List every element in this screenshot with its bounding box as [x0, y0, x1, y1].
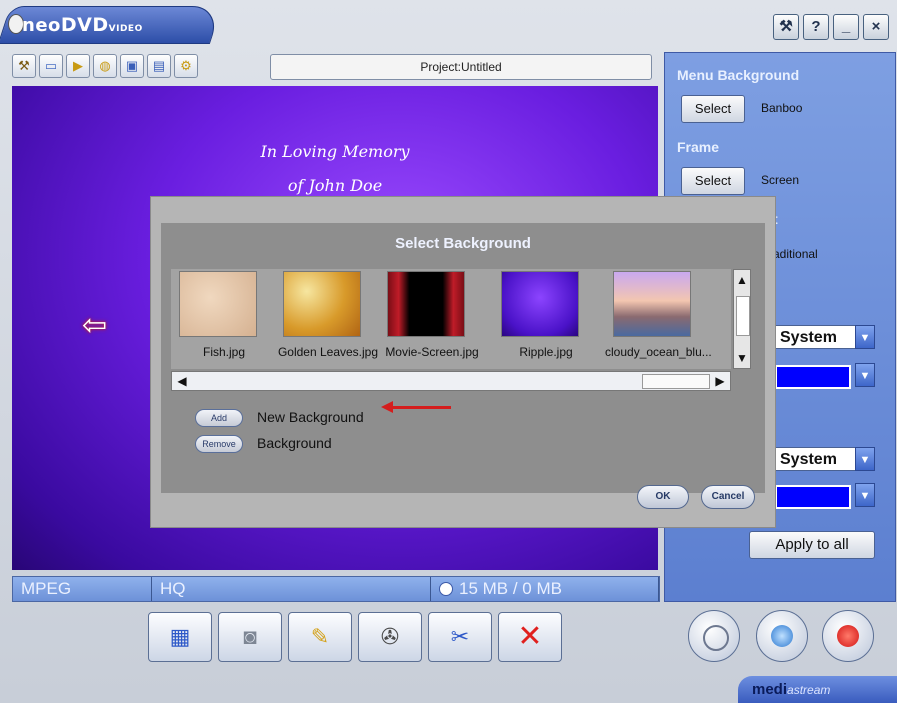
- thumbnail-strip: Fish.jpg Golden Leaves.jpg Movie-Screen.…: [171, 269, 731, 369]
- dialog-title: Select Background: [395, 235, 531, 252]
- scroll-up-icon[interactable]: ▲: [734, 272, 750, 288]
- burn-disc-button[interactable]: [756, 610, 808, 662]
- app-logo: neoDVDVIDEO: [22, 14, 143, 36]
- settings-icon[interactable]: ⚙: [174, 54, 198, 78]
- record-button[interactable]: [822, 610, 874, 662]
- logo-dvd-text: DVD: [60, 14, 109, 36]
- film-reel-icon[interactable]: ✇: [358, 612, 422, 662]
- partial-value: aditional: [773, 247, 818, 261]
- apply-to-all-button[interactable]: Apply to all: [749, 531, 875, 559]
- color-swatch-2[interactable]: [775, 485, 851, 509]
- menu-background-heading: Menu Background: [677, 67, 800, 83]
- edit-icon[interactable]: ✎: [288, 612, 352, 662]
- format-status: MPEG: [13, 577, 152, 601]
- add-background-button[interactable]: Add: [195, 409, 243, 427]
- save-icon[interactable]: ▣: [120, 54, 144, 78]
- chevron-down-icon[interactable]: ▼: [855, 325, 875, 349]
- scroll-right-icon[interactable]: ▶: [712, 373, 728, 389]
- size-status: 15 MB / 0 MB: [431, 577, 659, 601]
- thumbnail-image: [501, 271, 579, 337]
- scroll-thumb[interactable]: [736, 296, 750, 336]
- thumbnail-item[interactable]: Fish.jpg: [171, 271, 277, 367]
- thumbnail-label: Ripple.jpg: [519, 345, 573, 359]
- select-background-dialog: Select Background Fish.jpg Golden Leaves…: [150, 196, 776, 528]
- preview-button[interactable]: [688, 610, 740, 662]
- window-controls: ⚒ ? _ ×: [773, 14, 889, 40]
- remove-background-button[interactable]: Remove: [195, 435, 243, 453]
- brand-logo: mediastream: [738, 676, 897, 703]
- video-edit-icon[interactable]: ✂: [428, 612, 492, 662]
- chevron-down-icon[interactable]: ▼: [855, 483, 875, 507]
- menu-background-select-button[interactable]: Select: [681, 95, 745, 123]
- add-background-text: New Background: [257, 409, 364, 425]
- remove-background-text: Background: [257, 435, 332, 451]
- ok-button[interactable]: OK: [637, 485, 689, 509]
- play-icon: [703, 625, 729, 651]
- frame-heading: Frame: [677, 139, 720, 155]
- thumbnail-item[interactable]: cloudy_ocean_blu...: [605, 271, 711, 367]
- main-toolbar: ⚒ ▭ ▶ ◍ ▣ ▤ ⚙: [12, 54, 198, 78]
- minimize-icon[interactable]: _: [833, 14, 859, 40]
- menu-grid-icon[interactable]: ▦: [148, 612, 212, 662]
- bottom-toolbar: ▦ ◙ ✎ ✇ ✂ ✕: [148, 612, 562, 662]
- globe-icon[interactable]: ◍: [93, 54, 117, 78]
- thumbnail-item[interactable]: Ripple.jpg: [493, 271, 599, 367]
- logo-main-text: neo: [22, 15, 61, 36]
- tools-icon[interactable]: ⚒: [773, 14, 799, 40]
- chevron-down-icon[interactable]: ▼: [855, 447, 875, 471]
- neodvd-window: neoDVDVIDEO ⚒ ? _ × ⚒ ▭ ▶ ◍ ▣ ▤ ⚙ Projec…: [0, 0, 897, 703]
- chevron-down-icon[interactable]: ▼: [855, 363, 875, 387]
- dialog-body: Select Background Fish.jpg Golden Leaves…: [161, 223, 765, 493]
- frame-value: Screen: [761, 173, 800, 187]
- brand-light: astream: [787, 683, 831, 697]
- thumbnail-label: Fish.jpg: [202, 345, 246, 359]
- preview-title-line2[interactable]: of John Doe: [12, 176, 658, 195]
- thumbnail-label: cloudy_ocean_blu...: [605, 345, 711, 359]
- thumbnail-label: Golden Leaves.jpg: [277, 345, 379, 359]
- thumbnail-label: Movie-Screen.jpg: [385, 345, 479, 359]
- thumbnail-image: [387, 271, 465, 337]
- disc-icon[interactable]: ◙: [218, 612, 282, 662]
- thumbnail-item[interactable]: Movie-Screen.jpg: [379, 271, 485, 367]
- close-icon[interactable]: ×: [863, 14, 889, 40]
- size-status-text: 15 MB / 0 MB: [459, 579, 562, 598]
- scroll-thumb[interactable]: [642, 374, 710, 389]
- preview-title-line1[interactable]: In Loving Memory: [12, 142, 658, 161]
- cancel-button[interactable]: Cancel: [701, 485, 755, 509]
- thumbnail-item[interactable]: Golden Leaves.jpg: [275, 271, 381, 367]
- open-folder-icon[interactable]: ▶: [66, 54, 90, 78]
- globe-icon: [771, 625, 793, 647]
- delete-icon[interactable]: ✕: [498, 612, 562, 662]
- status-bar: MPEG HQ 15 MB / 0 MB: [12, 576, 660, 602]
- tools-icon[interactable]: ⚒: [12, 54, 36, 78]
- project-title: Project:Untitled: [270, 54, 652, 80]
- vertical-scrollbar[interactable]: ▲ ▼: [733, 269, 751, 369]
- logo-video-text: VIDEO: [108, 24, 143, 34]
- scroll-left-icon[interactable]: ◀: [174, 373, 190, 389]
- frame-select-button[interactable]: Select: [681, 167, 745, 195]
- record-icon: [837, 625, 859, 647]
- menu-background-value: Banboo: [761, 101, 803, 115]
- pointer-arrow-icon: [381, 401, 451, 413]
- scroll-down-icon[interactable]: ▼: [734, 350, 750, 366]
- brand-bold: medi: [752, 681, 788, 698]
- save-as-icon[interactable]: ▤: [147, 54, 171, 78]
- previous-arrow-icon[interactable]: ⇦: [82, 308, 107, 343]
- new-file-icon[interactable]: ▭: [39, 54, 63, 78]
- color-swatch-1[interactable]: [775, 365, 851, 389]
- disc-usage-icon: [439, 582, 453, 596]
- quality-status: HQ: [152, 577, 431, 601]
- thumbnail-image: [283, 271, 361, 337]
- thumbnail-image: [179, 271, 257, 337]
- thumbnail-image: [613, 271, 691, 337]
- horizontal-scrollbar[interactable]: ◀ ▶: [171, 371, 731, 391]
- help-icon[interactable]: ?: [803, 14, 829, 40]
